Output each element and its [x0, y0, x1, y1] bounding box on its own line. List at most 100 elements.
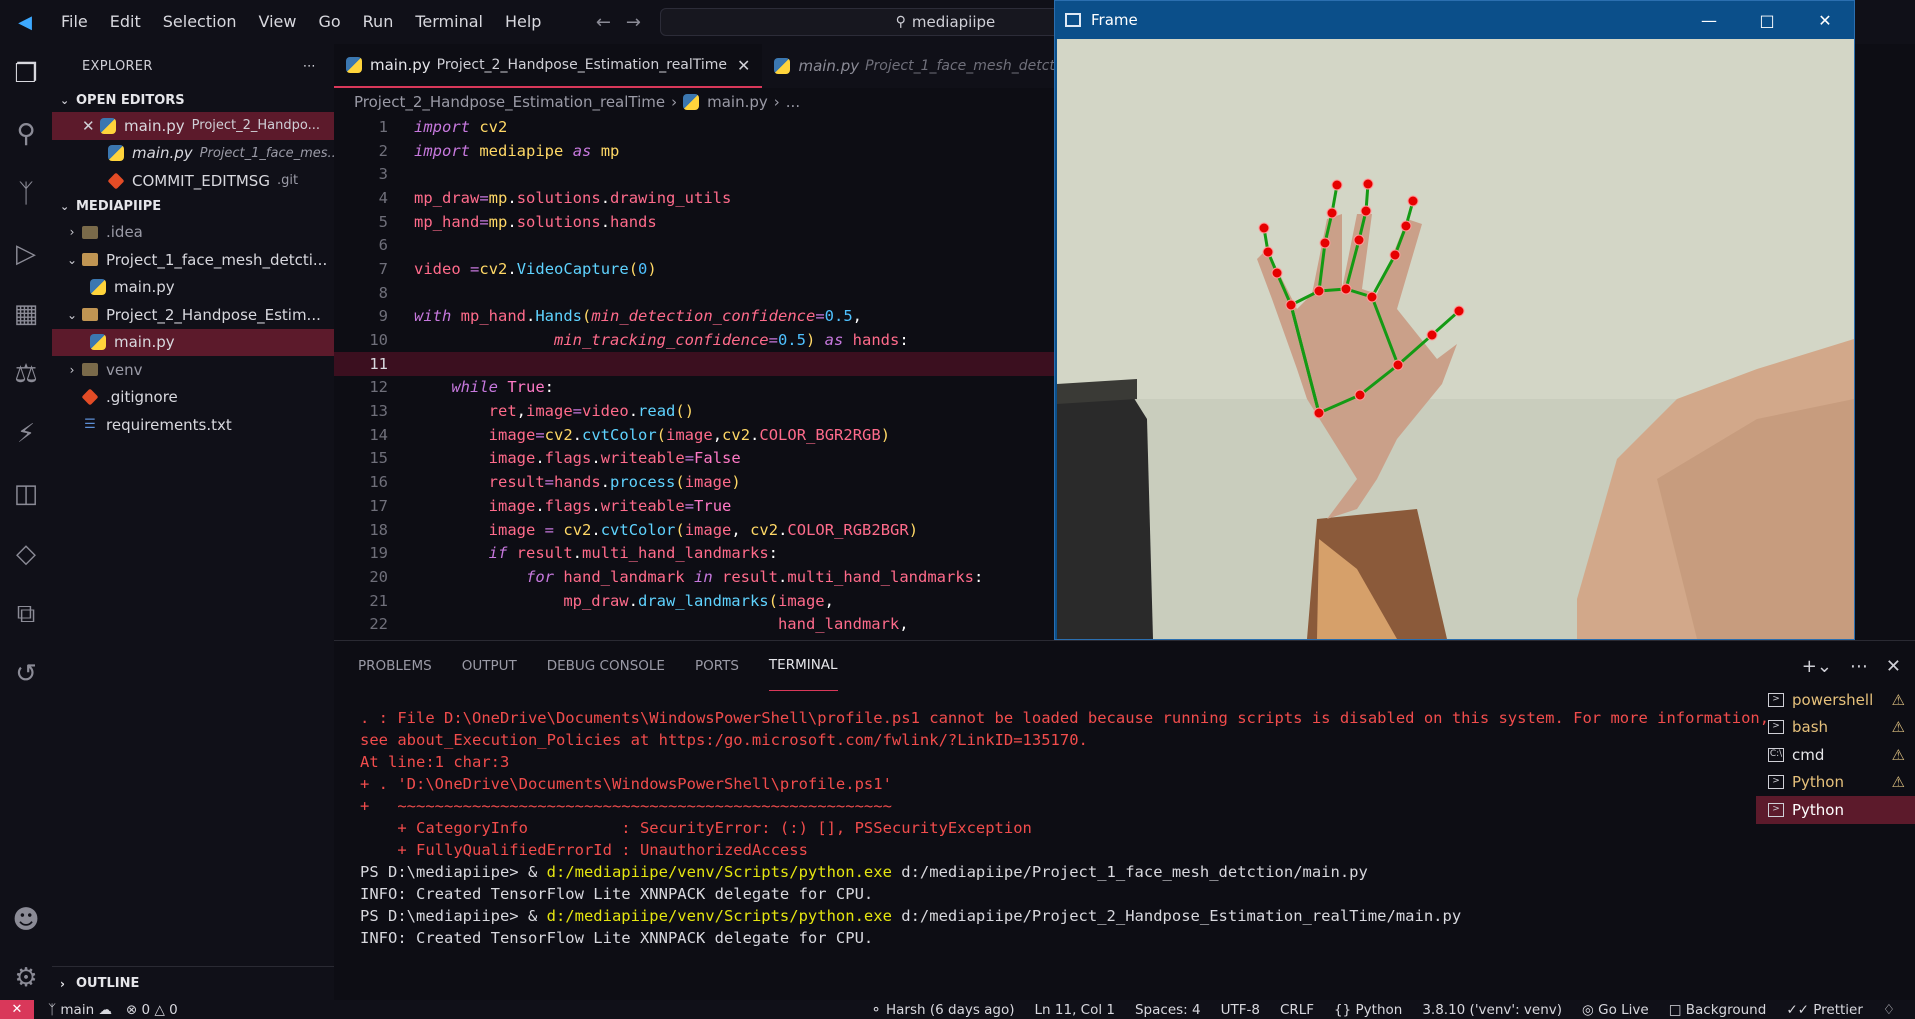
more-actions-icon[interactable]: ⋯: [303, 59, 316, 74]
terminal-instance[interactable]: C:\ cmd ⚠: [1756, 741, 1915, 769]
code-line[interactable]: 6: [334, 233, 1054, 257]
frame-window[interactable]: Frame — □ ✕: [1054, 0, 1855, 640]
new-terminal-icon[interactable]: +⌄: [1802, 656, 1832, 677]
notifications-icon[interactable]: ♢: [1883, 1002, 1895, 1018]
more-actions-icon[interactable]: ⋯: [1850, 656, 1868, 677]
code-line[interactable]: 20 for hand_landmark in result.multi_han…: [334, 565, 1054, 589]
panel-tab-terminal[interactable]: TERMINAL: [768, 641, 838, 691]
terminal-output[interactable]: . : File D:\OneDrive\Documents\WindowsPo…: [360, 707, 1769, 949]
menu-item[interactable]: Terminal: [404, 0, 494, 44]
workspace-section[interactable]: ⌄ MEDIAPIIPE: [52, 195, 334, 219]
panel-tab-debug-console[interactable]: DEBUG CONSOLE: [547, 641, 665, 691]
close-icon[interactable]: ✕: [737, 56, 750, 75]
terminal-instance[interactable]: > Python: [1756, 796, 1915, 824]
code-line[interactable]: 10 min_tracking_confidence=0.5) as hands…: [334, 328, 1054, 352]
remote-icon[interactable]: ✕: [0, 1000, 34, 1019]
open-editor-item[interactable]: ✕ main.py Project_2_Handpo...: [52, 112, 334, 140]
tree-file[interactable]: ☰ requirements.txt: [52, 411, 334, 439]
open-editor-item[interactable]: main.py Project_1_face_mes...: [52, 140, 334, 168]
forward-arrow-icon[interactable]: →: [618, 12, 648, 33]
python-icon[interactable]: ◇: [0, 524, 52, 584]
code-line[interactable]: 8: [334, 281, 1054, 305]
tree-file[interactable]: main.py: [52, 274, 334, 302]
close-panel-icon[interactable]: ✕: [1886, 656, 1901, 677]
code-line[interactable]: 14 image=cv2.cvtColor(image,cv2.COLOR_BG…: [334, 423, 1054, 447]
git-blame[interactable]: ⚬ Harsh (6 days ago): [870, 1002, 1014, 1018]
menu-item[interactable]: Selection: [152, 0, 248, 44]
code-line[interactable]: 1 import cv2: [334, 115, 1054, 139]
remote-explorer-icon[interactable]: ◫: [0, 464, 52, 524]
breadcrumb-more[interactable]: ...: [786, 93, 800, 111]
timeline-icon[interactable]: ↺: [0, 644, 52, 704]
tree-file[interactable]: main.py: [52, 328, 334, 356]
background-button[interactable]: □ Background: [1669, 1002, 1767, 1018]
breadcrumb-folder[interactable]: Project_2_Handpose_Estimation_realTime: [354, 93, 665, 111]
line-endings[interactable]: CRLF: [1280, 1002, 1314, 1018]
go-live-button[interactable]: ◎ Go Live: [1582, 1002, 1649, 1018]
branch-status[interactable]: ᛉ main ☁: [48, 1002, 112, 1018]
encoding[interactable]: UTF-8: [1221, 1002, 1260, 1018]
extensions-icon[interactable]: ▦: [0, 284, 52, 344]
account-icon[interactable]: ☻: [0, 890, 52, 950]
terminal-instance[interactable]: > powershell ⚠: [1756, 686, 1915, 714]
open-editors-section[interactable]: ⌄ OPEN EDITORS: [52, 88, 334, 112]
project-manager-icon[interactable]: ⧉: [0, 584, 52, 644]
code-line[interactable]: 21 mp_draw.draw_landmarks(image,: [334, 589, 1054, 613]
tab-main-py-project2[interactable]: main.py Project_2_Handpose_Estimation_re…: [334, 44, 763, 88]
code-line[interactable]: 11: [334, 351, 1054, 376]
code-line[interactable]: 18 image = cv2.cvtColor(image, cv2.COLOR…: [334, 518, 1054, 542]
lightning-icon[interactable]: ⚡: [0, 404, 52, 464]
prettier-button[interactable]: ✓✓ Prettier: [1786, 1002, 1863, 1018]
explorer-icon[interactable]: ❐: [0, 44, 52, 104]
code-line[interactable]: 3: [334, 162, 1054, 186]
code-line[interactable]: 12 while True:: [334, 376, 1054, 400]
outline-section[interactable]: › OUTLINE: [52, 966, 334, 1000]
code-line[interactable]: 4 mp_draw=mp.solutions.drawing_utils: [334, 186, 1054, 210]
terminal-instance[interactable]: > bash ⚠: [1756, 714, 1915, 742]
python-interpreter[interactable]: 3.8.10 ('venv': venv): [1422, 1002, 1562, 1018]
menu-item[interactable]: Edit: [99, 0, 152, 44]
panel-tab-output[interactable]: OUTPUT: [462, 641, 517, 691]
code-line[interactable]: 16 result=hands.process(image): [334, 470, 1054, 494]
code-line[interactable]: 17 image.flags.writeable=True: [334, 494, 1054, 518]
tree-folder[interactable]: ⌄ Project_1_face_mesh_detcti...: [52, 246, 334, 274]
tree-folder[interactable]: ⌄ Project_2_Handpose_Estim...: [52, 301, 334, 329]
menu-item[interactable]: Go: [307, 0, 351, 44]
tree-folder[interactable]: › .idea: [52, 219, 334, 247]
settings-gear-icon[interactable]: ⚙: [0, 948, 52, 1008]
open-editor-item[interactable]: COMMIT_EDITMSG .git: [52, 167, 334, 195]
code-line[interactable]: 13 ret,image=video.read(): [334, 399, 1054, 423]
menu-item[interactable]: File: [50, 0, 99, 44]
code-line[interactable]: 7 video =cv2.VideoCapture(0): [334, 257, 1054, 281]
problems-status[interactable]: ⊗ 0 △ 0: [126, 1002, 178, 1018]
source-control-icon[interactable]: ᛉ: [0, 164, 52, 224]
code-line[interactable]: 9 with mp_hand.Hands(min_detection_confid…: [334, 305, 1054, 329]
code-line[interactable]: 5 mp_hand=mp.solutions.hands: [334, 210, 1054, 234]
menu-item[interactable]: Help: [494, 0, 552, 44]
back-arrow-icon[interactable]: ←: [588, 12, 618, 33]
language-mode[interactable]: {} Python: [1334, 1002, 1402, 1018]
code-line[interactable]: 19 if result.multi_hand_landmarks:: [334, 541, 1054, 565]
run-debug-icon[interactable]: ▷: [0, 224, 52, 284]
maximize-icon[interactable]: □: [1738, 1, 1796, 39]
close-icon[interactable]: ✕: [1796, 1, 1854, 39]
search-view-icon[interactable]: ⚲: [0, 104, 52, 164]
cursor-position[interactable]: Ln 11, Col 1: [1035, 1002, 1115, 1018]
indentation[interactable]: Spaces: 4: [1135, 1002, 1201, 1018]
tab-main-py-project1[interactable]: main.py Project_1_face_mesh_detction: [762, 44, 1088, 88]
close-icon[interactable]: ✕: [82, 117, 100, 135]
panel-tab-problems[interactable]: PROBLEMS: [358, 641, 432, 691]
tree-folder[interactable]: › venv: [52, 356, 334, 384]
code-editor[interactable]: 1 import cv2 2 import mediapipe as mp 3 4 mp_d…: [334, 115, 1054, 640]
menu-item[interactable]: Run: [352, 0, 405, 44]
code-line[interactable]: 2 import mediapipe as mp: [334, 139, 1054, 163]
testing-icon[interactable]: ⚖: [0, 344, 52, 404]
tree-file[interactable]: .gitignore: [52, 384, 334, 412]
code-line[interactable]: 22 hand_landmark,: [334, 612, 1054, 636]
minimize-icon[interactable]: —: [1680, 1, 1738, 39]
breadcrumb-file[interactable]: main.py: [707, 93, 768, 111]
menu-item[interactable]: View: [248, 0, 308, 44]
code-line[interactable]: 15 image.flags.writeable=False: [334, 447, 1054, 471]
terminal-instance[interactable]: > Python ⚠: [1756, 769, 1915, 797]
panel-tab-ports[interactable]: PORTS: [695, 641, 739, 691]
